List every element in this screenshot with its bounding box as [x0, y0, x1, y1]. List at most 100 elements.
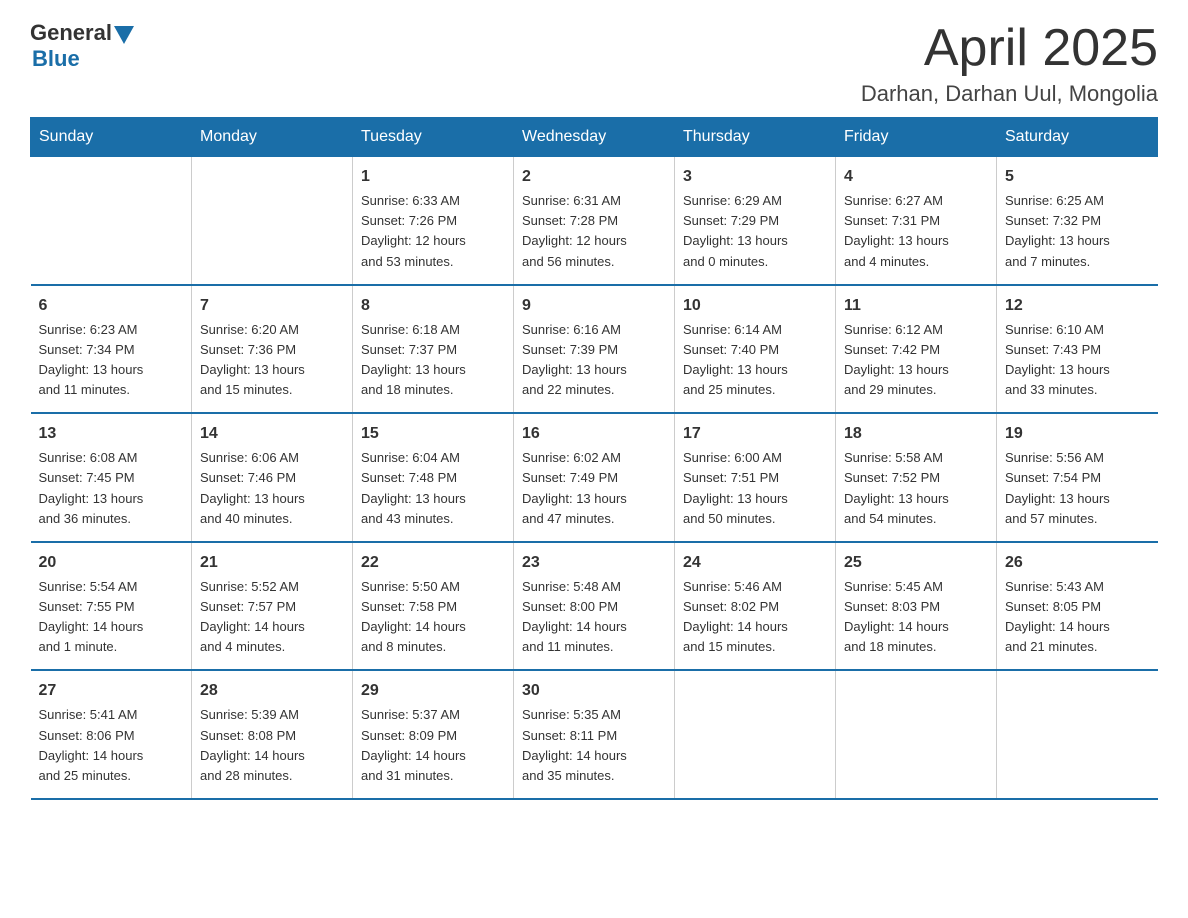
logo-general-text: General	[30, 20, 112, 46]
calendar-day-cell	[192, 157, 353, 285]
day-number: 9	[522, 294, 666, 318]
calendar-day-cell: 13Sunrise: 6:08 AM Sunset: 7:45 PM Dayli…	[31, 413, 192, 542]
day-number: 2	[522, 165, 666, 189]
calendar-day-cell: 29 Sunrise: 5:37 AM Sunset: 8:09 PM Dayli…	[353, 670, 514, 799]
day-info: Sunrise: 6:04 AM Sunset: 7:48 PM Dayligh…	[361, 450, 466, 525]
calendar-day-cell: 30 Sunrise: 5:35 AM Sunset: 8:11 PM Dayli…	[514, 670, 675, 799]
day-info: Sunrise: 6:23 AM Sunset: 7:34 PM Dayligh…	[39, 322, 144, 397]
day-number: 27	[39, 679, 184, 703]
calendar-day-cell: 28 Sunrise: 5:39 AM Sunset: 8:08 PM Dayli…	[192, 670, 353, 799]
location-title: Darhan, Darhan Uul, Mongolia	[861, 81, 1158, 107]
calendar-day-cell: 15 Sunrise: 6:04 AM Sunset: 7:48 PM Dayli…	[353, 413, 514, 542]
calendar-day-cell: 5 Sunrise: 6:25 AM Sunset: 7:32 PM Daylig…	[997, 157, 1158, 285]
day-info: Sunrise: 5:54 AM Sunset: 7:55 PM Dayligh…	[39, 579, 144, 654]
calendar-day-cell: 24 Sunrise: 5:46 AM Sunset: 8:02 PM Dayli…	[675, 542, 836, 671]
day-info: Sunrise: 5:48 AM Sunset: 8:00 PM Dayligh…	[522, 579, 627, 654]
day-number: 19	[1005, 422, 1150, 446]
calendar-day-cell: 10Sunrise: 6:14 AM Sunset: 7:40 PM Dayli…	[675, 285, 836, 414]
day-number: 3	[683, 165, 827, 189]
day-number: 1	[361, 165, 505, 189]
calendar-day-cell: 19 Sunrise: 5:56 AM Sunset: 7:54 PM Dayli…	[997, 413, 1158, 542]
weekday-header-friday: Friday	[836, 118, 997, 157]
calendar-day-cell: 12 Sunrise: 6:10 AM Sunset: 7:43 PM Dayli…	[997, 285, 1158, 414]
day-info: Sunrise: 6:06 AM Sunset: 7:46 PM Dayligh…	[200, 450, 305, 525]
calendar-day-cell: 22 Sunrise: 5:50 AM Sunset: 7:58 PM Dayli…	[353, 542, 514, 671]
calendar-week-row: 13Sunrise: 6:08 AM Sunset: 7:45 PM Dayli…	[31, 413, 1158, 542]
day-info: Sunrise: 6:02 AM Sunset: 7:49 PM Dayligh…	[522, 450, 627, 525]
calendar-week-row: 27Sunrise: 5:41 AM Sunset: 8:06 PM Dayli…	[31, 670, 1158, 799]
calendar-day-cell: 11Sunrise: 6:12 AM Sunset: 7:42 PM Dayli…	[836, 285, 997, 414]
calendar-table: SundayMondayTuesdayWednesdayThursdayFrid…	[30, 117, 1158, 800]
weekday-header-saturday: Saturday	[997, 118, 1158, 157]
day-info: Sunrise: 5:39 AM Sunset: 8:08 PM Dayligh…	[200, 707, 305, 782]
title-block: April 2025 Darhan, Darhan Uul, Mongolia	[861, 20, 1158, 107]
weekday-header-monday: Monday	[192, 118, 353, 157]
weekday-header-tuesday: Tuesday	[353, 118, 514, 157]
day-number: 5	[1005, 165, 1150, 189]
day-info: Sunrise: 6:00 AM Sunset: 7:51 PM Dayligh…	[683, 450, 788, 525]
day-info: Sunrise: 5:45 AM Sunset: 8:03 PM Dayligh…	[844, 579, 949, 654]
calendar-day-cell: 27Sunrise: 5:41 AM Sunset: 8:06 PM Dayli…	[31, 670, 192, 799]
day-number: 24	[683, 551, 827, 575]
day-info: Sunrise: 6:31 AM Sunset: 7:28 PM Dayligh…	[522, 193, 627, 268]
day-info: Sunrise: 6:33 AM Sunset: 7:26 PM Dayligh…	[361, 193, 466, 268]
day-info: Sunrise: 6:25 AM Sunset: 7:32 PM Dayligh…	[1005, 193, 1110, 268]
day-info: Sunrise: 6:29 AM Sunset: 7:29 PM Dayligh…	[683, 193, 788, 268]
weekday-header-sunday: Sunday	[31, 118, 192, 157]
day-info: Sunrise: 6:20 AM Sunset: 7:36 PM Dayligh…	[200, 322, 305, 397]
day-number: 7	[200, 294, 344, 318]
calendar-day-cell: 1 Sunrise: 6:33 AM Sunset: 7:26 PM Daylig…	[353, 157, 514, 285]
day-number: 30	[522, 679, 666, 703]
weekday-header-wednesday: Wednesday	[514, 118, 675, 157]
calendar-day-cell: 21Sunrise: 5:52 AM Sunset: 7:57 PM Dayli…	[192, 542, 353, 671]
calendar-day-cell: 7 Sunrise: 6:20 AM Sunset: 7:36 PM Daylig…	[192, 285, 353, 414]
calendar-day-cell	[31, 157, 192, 285]
day-number: 17	[683, 422, 827, 446]
weekday-header-thursday: Thursday	[675, 118, 836, 157]
calendar-day-cell: 23 Sunrise: 5:48 AM Sunset: 8:00 PM Dayli…	[514, 542, 675, 671]
calendar-day-cell: 18 Sunrise: 5:58 AM Sunset: 7:52 PM Dayli…	[836, 413, 997, 542]
day-info: Sunrise: 6:18 AM Sunset: 7:37 PM Dayligh…	[361, 322, 466, 397]
logo-blue-text: Blue	[32, 46, 80, 72]
day-info: Sunrise: 6:27 AM Sunset: 7:31 PM Dayligh…	[844, 193, 949, 268]
calendar-week-row: 6Sunrise: 6:23 AM Sunset: 7:34 PM Daylig…	[31, 285, 1158, 414]
day-info: Sunrise: 6:16 AM Sunset: 7:39 PM Dayligh…	[522, 322, 627, 397]
day-info: Sunrise: 5:35 AM Sunset: 8:11 PM Dayligh…	[522, 707, 627, 782]
day-number: 16	[522, 422, 666, 446]
calendar-week-row: 20Sunrise: 5:54 AM Sunset: 7:55 PM Dayli…	[31, 542, 1158, 671]
day-info: Sunrise: 6:10 AM Sunset: 7:43 PM Dayligh…	[1005, 322, 1110, 397]
day-number: 10	[683, 294, 827, 318]
calendar-day-cell: 6Sunrise: 6:23 AM Sunset: 7:34 PM Daylig…	[31, 285, 192, 414]
logo: General Blue	[30, 20, 134, 72]
day-info: Sunrise: 5:46 AM Sunset: 8:02 PM Dayligh…	[683, 579, 788, 654]
day-info: Sunrise: 5:43 AM Sunset: 8:05 PM Dayligh…	[1005, 579, 1110, 654]
day-number: 25	[844, 551, 988, 575]
day-number: 12	[1005, 294, 1150, 318]
month-title: April 2025	[861, 20, 1158, 77]
day-number: 22	[361, 551, 505, 575]
calendar-day-cell	[836, 670, 997, 799]
day-number: 26	[1005, 551, 1150, 575]
calendar-day-cell: 3 Sunrise: 6:29 AM Sunset: 7:29 PM Daylig…	[675, 157, 836, 285]
calendar-day-cell: 4Sunrise: 6:27 AM Sunset: 7:31 PM Daylig…	[836, 157, 997, 285]
calendar-day-cell	[675, 670, 836, 799]
day-number: 15	[361, 422, 505, 446]
day-info: Sunrise: 6:08 AM Sunset: 7:45 PM Dayligh…	[39, 450, 144, 525]
calendar-day-cell: 16 Sunrise: 6:02 AM Sunset: 7:49 PM Dayli…	[514, 413, 675, 542]
day-info: Sunrise: 5:37 AM Sunset: 8:09 PM Dayligh…	[361, 707, 466, 782]
calendar-day-cell: 14Sunrise: 6:06 AM Sunset: 7:46 PM Dayli…	[192, 413, 353, 542]
calendar-day-cell: 20Sunrise: 5:54 AM Sunset: 7:55 PM Dayli…	[31, 542, 192, 671]
calendar-day-cell: 8Sunrise: 6:18 AM Sunset: 7:37 PM Daylig…	[353, 285, 514, 414]
day-number: 21	[200, 551, 344, 575]
calendar-day-cell: 25 Sunrise: 5:45 AM Sunset: 8:03 PM Dayli…	[836, 542, 997, 671]
logo-triangle-icon	[114, 26, 134, 44]
day-number: 29	[361, 679, 505, 703]
day-number: 23	[522, 551, 666, 575]
day-number: 28	[200, 679, 344, 703]
day-info: Sunrise: 5:56 AM Sunset: 7:54 PM Dayligh…	[1005, 450, 1110, 525]
day-number: 18	[844, 422, 988, 446]
calendar-week-row: 1 Sunrise: 6:33 AM Sunset: 7:26 PM Daylig…	[31, 157, 1158, 285]
day-info: Sunrise: 5:58 AM Sunset: 7:52 PM Dayligh…	[844, 450, 949, 525]
calendar-day-cell: 9 Sunrise: 6:16 AM Sunset: 7:39 PM Daylig…	[514, 285, 675, 414]
day-info: Sunrise: 5:50 AM Sunset: 7:58 PM Dayligh…	[361, 579, 466, 654]
